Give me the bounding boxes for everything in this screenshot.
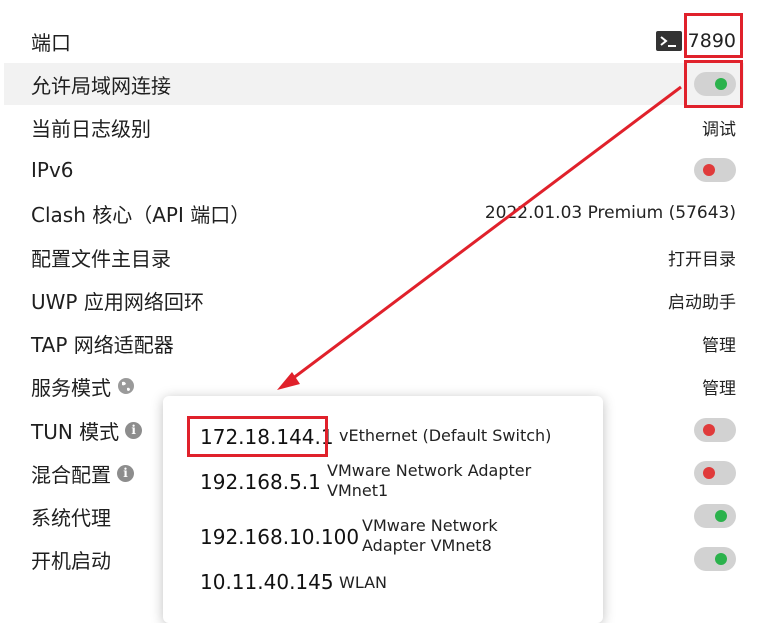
setting-row-log-level: 当前日志级别 调试 — [4, 106, 744, 148]
log-level-label: 当前日志级别 — [31, 116, 151, 141]
toggle-knob — [715, 510, 727, 522]
setting-row-uwp: UWP 应用网络回环 启动助手 — [4, 279, 744, 321]
core-version[interactable]: 2022.01.03 Premium (57643) — [485, 203, 736, 223]
toggle-knob — [703, 467, 715, 479]
toggle-knob — [703, 164, 715, 176]
setting-row-ipv6: IPv6 — [4, 149, 744, 191]
core-label: Clash 核心（API 端口） — [31, 202, 251, 227]
system-proxy-label: 系统代理 — [31, 505, 111, 530]
uwp-helper-button[interactable]: 启动助手 — [668, 288, 736, 313]
lan-if-4: WLAN — [339, 573, 388, 592]
autostart-toggle[interactable] — [694, 547, 736, 571]
tap-label: TAP 网络适配器 — [31, 332, 174, 357]
setting-row-core: Clash 核心（API 端口） 2022.01.03 Premium (576… — [4, 192, 744, 234]
lan-ip-4[interactable]: 10.11.40.145 — [200, 570, 334, 594]
toggle-knob — [715, 553, 727, 565]
lan-if-1: vEthernet (Default Switch) — [339, 426, 552, 445]
globe-icon — [117, 377, 135, 395]
open-dir-button[interactable]: 打开目录 — [668, 245, 736, 270]
mixin-toggle[interactable] — [694, 461, 736, 485]
setting-row-port: 端口 7890 — [4, 20, 744, 62]
mixin-text: 混合配置 — [31, 462, 111, 487]
tun-toggle[interactable] — [694, 418, 736, 442]
allow-lan-highlight-box — [684, 60, 743, 108]
port-label: 端口 — [31, 30, 71, 55]
uwp-label: UWP 应用网络回环 — [31, 289, 204, 314]
config-dir-label: 配置文件主目录 — [31, 246, 171, 271]
lan-if-3: VMware Network Adapter VMnet8 — [362, 516, 498, 555]
info-icon[interactable]: i — [117, 464, 134, 482]
ip-highlight-box — [187, 416, 328, 457]
info-icon[interactable]: i — [125, 421, 143, 439]
port-highlight-box — [684, 13, 743, 58]
lan-ip-2[interactable]: 192.168.5.1 — [200, 470, 321, 494]
autostart-label: 开机启动 — [31, 548, 111, 573]
service-mode-manage-button[interactable]: 管理 — [702, 374, 736, 399]
lan-ip-3[interactable]: 192.168.10.100 — [200, 525, 359, 549]
ipv6-label: IPv6 — [31, 158, 74, 182]
allow-lan-label: 允许局域网连接 — [31, 73, 171, 98]
tun-label: TUN 模式 i — [31, 416, 143, 445]
lan-if-2: VMware Network Adapter VMnet1 — [327, 461, 532, 500]
setting-row-tap: TAP 网络适配器 管理 — [4, 322, 744, 364]
service-mode-text: 服务模式 — [31, 375, 111, 400]
mixin-label: 混合配置 i — [31, 459, 134, 488]
log-level-select[interactable]: 调试 — [702, 115, 736, 140]
terminal-icon[interactable] — [656, 31, 682, 51]
toggle-knob — [703, 424, 715, 436]
system-proxy-toggle[interactable] — [694, 504, 736, 528]
setting-row-allow-lan: 允许局域网连接 — [4, 63, 744, 105]
tun-text: TUN 模式 — [31, 419, 120, 444]
setting-row-config-dir: 配置文件主目录 打开目录 — [4, 236, 744, 278]
ipv6-toggle[interactable] — [694, 158, 736, 182]
tap-manage-button[interactable]: 管理 — [702, 331, 736, 356]
service-mode-label: 服务模式 — [31, 372, 135, 401]
